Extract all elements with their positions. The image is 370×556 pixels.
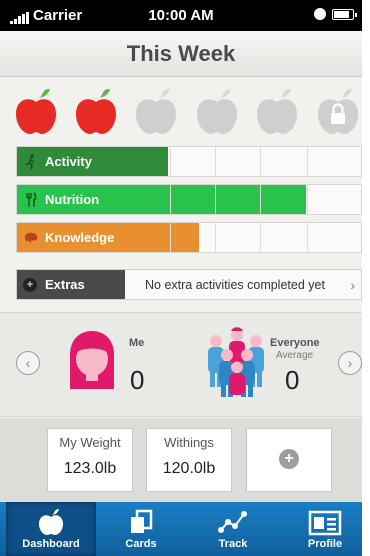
- battery-icon: [332, 8, 357, 20]
- tab-profile[interactable]: Profile: [280, 502, 362, 556]
- tab-label: Profile: [307, 538, 343, 550]
- activity-progress[interactable]: Activity: [16, 146, 362, 177]
- extras-label-block: + Extras: [17, 270, 125, 299]
- card-value: 123.0lb: [63, 460, 117, 477]
- activity-label: Activity: [45, 154, 92, 169]
- tab-cards[interactable]: Cards: [96, 502, 186, 556]
- everyone-label: Everyone: [270, 337, 320, 349]
- nutrition-progress[interactable]: Nutrition: [16, 184, 362, 215]
- card-title: Withings: [164, 435, 214, 450]
- extras-label: Extras: [45, 277, 85, 292]
- knowledge-progress[interactable]: Knowledge: [16, 222, 362, 253]
- status-time: 10:00 AM: [148, 7, 214, 24]
- everyone-score: 0: [285, 365, 300, 395]
- tab-bar: Dashboard Cards Track Profile: [0, 502, 362, 556]
- plus-icon: +: [279, 449, 299, 469]
- me-score: 0: [130, 365, 145, 395]
- tab-label: Cards: [125, 538, 157, 550]
- my-weight-card[interactable]: My Weight 123.0lb: [47, 428, 133, 492]
- everyone-avatar-group: [205, 327, 269, 399]
- card-value: 120.0lb: [162, 460, 216, 477]
- average-label: Average: [276, 350, 314, 361]
- profile-icon: [308, 510, 342, 536]
- apple-earned-icon: [74, 86, 118, 136]
- apple-locked-icon: [316, 86, 360, 136]
- extras-message: No extra activities completed yet: [145, 277, 325, 292]
- app-screen: Carrier 10:00 AM This Week Activity Nutr…: [0, 0, 362, 556]
- chevron-right-icon: ›: [347, 355, 353, 371]
- apple-icon: [39, 509, 63, 535]
- knowledge-label-block: Knowledge: [17, 223, 125, 252]
- plus-circle-icon: +: [23, 277, 37, 292]
- knowledge-label: Knowledge: [45, 230, 115, 245]
- brain-icon: [23, 229, 39, 247]
- apple-earned-icon: [14, 86, 58, 136]
- chevron-left-icon: ‹: [25, 355, 31, 371]
- nutrition-label-block: Nutrition: [17, 185, 125, 214]
- cards-icon: [131, 509, 153, 533]
- apple-empty-icon: [134, 86, 178, 136]
- activity-label-block: Activity: [17, 147, 125, 176]
- weekly-apples: [14, 86, 358, 136]
- fork-knife-icon: [23, 191, 39, 209]
- tab-label: Track: [218, 538, 248, 550]
- withings-card[interactable]: Withings 120.0lb: [146, 428, 232, 492]
- nutrition-label: Nutrition: [45, 192, 100, 207]
- chart-icon: [218, 511, 247, 533]
- me-avatar: [62, 329, 122, 389]
- running-person-icon: [23, 153, 39, 171]
- tab-track[interactable]: Track: [188, 502, 278, 556]
- weight-cards: My Weight 123.0lb Withings 120.0lb +: [0, 418, 362, 502]
- next-button[interactable]: ›: [338, 351, 362, 375]
- tab-dashboard[interactable]: Dashboard: [6, 502, 96, 556]
- comparison-panel: ‹ Me 0 Everyone Average 0 ›: [0, 312, 362, 417]
- me-label: Me: [129, 337, 145, 349]
- apple-empty-icon: [255, 86, 299, 136]
- add-card-button[interactable]: +: [246, 428, 332, 492]
- tab-label: Dashboard: [22, 538, 80, 550]
- page-title: This Week: [126, 41, 236, 66]
- apple-empty-icon: [195, 86, 239, 136]
- nav-header: This Week: [0, 31, 362, 77]
- card-title: My Weight: [59, 435, 121, 450]
- extras-row[interactable]: + Extras No extra activities completed y…: [16, 269, 362, 300]
- orientation-lock-icon: [314, 8, 326, 20]
- chevron-right-icon: ›: [350, 277, 355, 293]
- previous-button[interactable]: ‹: [16, 351, 40, 375]
- status-bar: Carrier 10:00 AM: [0, 0, 362, 31]
